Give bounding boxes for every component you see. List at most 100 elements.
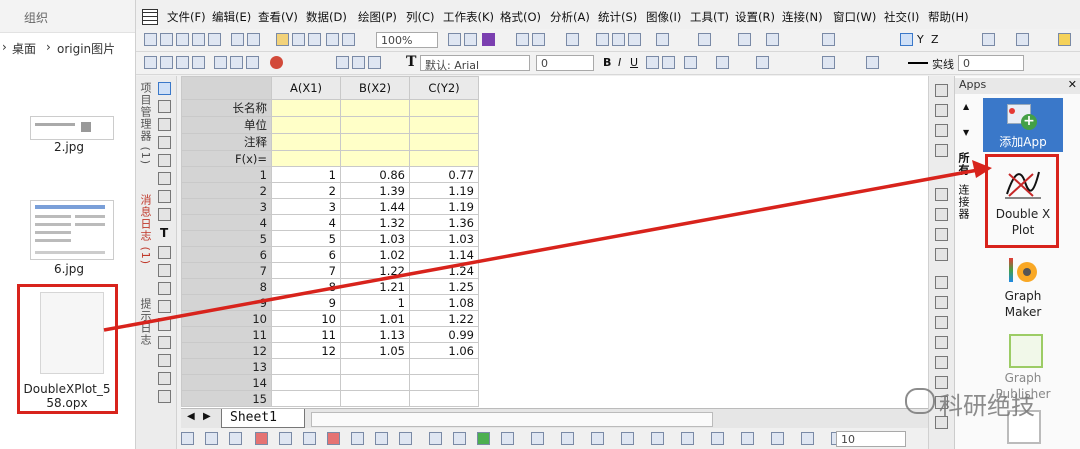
code-builder-icon[interactable] [566,33,579,46]
contour-plot-icon[interactable] [429,432,442,445]
menu-edit[interactable]: 编辑(E) [212,9,251,25]
axis-z-label[interactable]: Z [931,33,939,46]
ungroup-icon[interactable] [621,432,634,445]
data-cell[interactable]: 1.08 [409,294,479,311]
zoom-tool-icon[interactable] [900,33,913,46]
data-cell[interactable] [340,390,410,407]
underline-icon[interactable]: U [630,56,638,69]
strip-tool-icon[interactable] [935,248,948,261]
file-item[interactable]: 2.jpg [14,96,124,156]
data-cell[interactable]: 1.13 [340,326,410,343]
table-icon[interactable] [158,246,171,259]
print-icon[interactable] [448,33,461,46]
project-explorer-icon[interactable] [628,33,641,46]
row-number[interactable]: 13 [181,358,272,375]
meta-row-label[interactable]: 单位 [181,116,272,134]
menu-analysis[interactable]: 分析(A) [550,9,590,25]
tab-next-icon[interactable]: ▶ [203,411,211,422]
menu-window[interactable]: 窗口(W) [833,9,876,25]
strip-tool-icon[interactable] [935,228,948,241]
new-worksheet-icon[interactable] [160,33,173,46]
data-cell[interactable]: 0.99 [409,326,479,343]
meta-cell[interactable] [409,133,479,151]
data-cell[interactable] [271,390,341,407]
navigation-icon[interactable] [982,33,995,46]
meta-cell[interactable] [409,99,479,117]
data-cell[interactable]: 1.22 [340,262,410,279]
menu-worksheet[interactable]: 工作表(K) [443,9,494,25]
data-cell[interactable] [271,358,341,375]
insert-image-icon[interactable] [158,390,171,403]
meta-cell[interactable] [271,116,341,134]
breadcrumb-origin-images[interactable]: origin图片 [57,40,115,57]
new-matrix-icon[interactable] [192,33,205,46]
bottom-size-select[interactable]: 10 [836,431,906,447]
strip-tool-icon[interactable] [935,208,948,221]
group-icon[interactable] [591,432,604,445]
data-cell[interactable]: 1.36 [409,214,479,231]
app-grid-icon[interactable] [142,9,158,25]
sheet-tab[interactable]: Sheet1 [221,409,305,428]
copy-icon[interactable] [352,56,365,69]
polar-plot-icon[interactable] [399,432,412,445]
bar-chart-icon[interactable] [766,33,779,46]
new-layout-icon[interactable] [247,33,260,46]
zoom-select[interactable]: 100% [376,32,438,48]
italic-icon[interactable]: I [618,56,621,69]
row-number[interactable]: 4 [181,214,272,231]
menu-statistics[interactable]: 统计(S) [598,9,637,25]
data-cell[interactable]: 1.21 [340,278,410,295]
row-number[interactable]: 9 [181,294,272,311]
menu-settings[interactable]: 设置(R) [735,9,775,25]
data-cell[interactable]: 1.39 [340,182,410,199]
data-cell[interactable]: 1.19 [409,198,479,215]
breadcrumb-desktop[interactable]: 桌面 [12,40,36,57]
strip-tool-icon[interactable] [935,124,948,137]
data-cell[interactable]: 1 [271,166,341,183]
3d-plot-icon[interactable] [453,432,466,445]
superscript-icon[interactable] [646,56,659,69]
menu-format[interactable]: 格式(O) [500,9,541,25]
data-cell[interactable]: 1.25 [409,278,479,295]
region-tool-icon[interactable] [158,318,171,331]
data-cell[interactable]: 1.03 [409,230,479,247]
worksheet-tool-icon[interactable] [144,56,157,69]
scroll-up-icon[interactable]: ▲ [963,102,969,111]
flip-icon[interactable] [741,432,754,445]
size-icon[interactable] [801,432,814,445]
meta-cell[interactable] [271,99,341,117]
meta-row-label[interactable]: F(x)= [181,150,272,167]
line-style-label[interactable]: 实线 [932,56,954,72]
new-graph-icon[interactable] [176,33,189,46]
data-cell[interactable] [409,390,479,407]
text-icon[interactable]: T [160,226,168,240]
command-window-icon[interactable] [612,33,625,46]
row-number[interactable]: 14 [181,374,272,391]
data-cell[interactable]: 1.24 [409,262,479,279]
row-number[interactable]: 7 [181,262,272,279]
open-template-icon[interactable] [292,33,305,46]
tab-all-apps[interactable]: 所有 [957,152,971,182]
open-excel-icon[interactable] [308,33,321,46]
data-cell[interactable]: 1.06 [409,342,479,359]
set-xy-icon[interactable] [192,56,205,69]
color-picker-icon[interactable] [270,56,283,69]
save-template-icon[interactable] [342,33,355,46]
fill-pattern-icon[interactable] [866,56,879,69]
data-cell[interactable]: 0.77 [409,166,479,183]
save-icon[interactable] [326,33,339,46]
corner-cell[interactable] [181,76,272,100]
strip-tool-icon[interactable] [935,188,948,201]
data-cell[interactable]: 1.03 [340,230,410,247]
menu-data[interactable]: 数据(D) [306,9,347,25]
tab-project-explorer[interactable]: 项目管理器 (1) [139,82,153,178]
histogram-icon[interactable] [303,432,316,445]
layout-icon[interactable] [501,432,514,445]
set-column-icon[interactable] [214,56,227,69]
data-cell[interactable] [271,374,341,391]
column-plot-icon[interactable] [255,432,268,445]
data-cell[interactable]: 1.01 [340,310,410,327]
data-cell[interactable]: 1.05 [340,342,410,359]
data-cell[interactable]: 0.86 [340,166,410,183]
meta-cell[interactable] [340,116,410,134]
